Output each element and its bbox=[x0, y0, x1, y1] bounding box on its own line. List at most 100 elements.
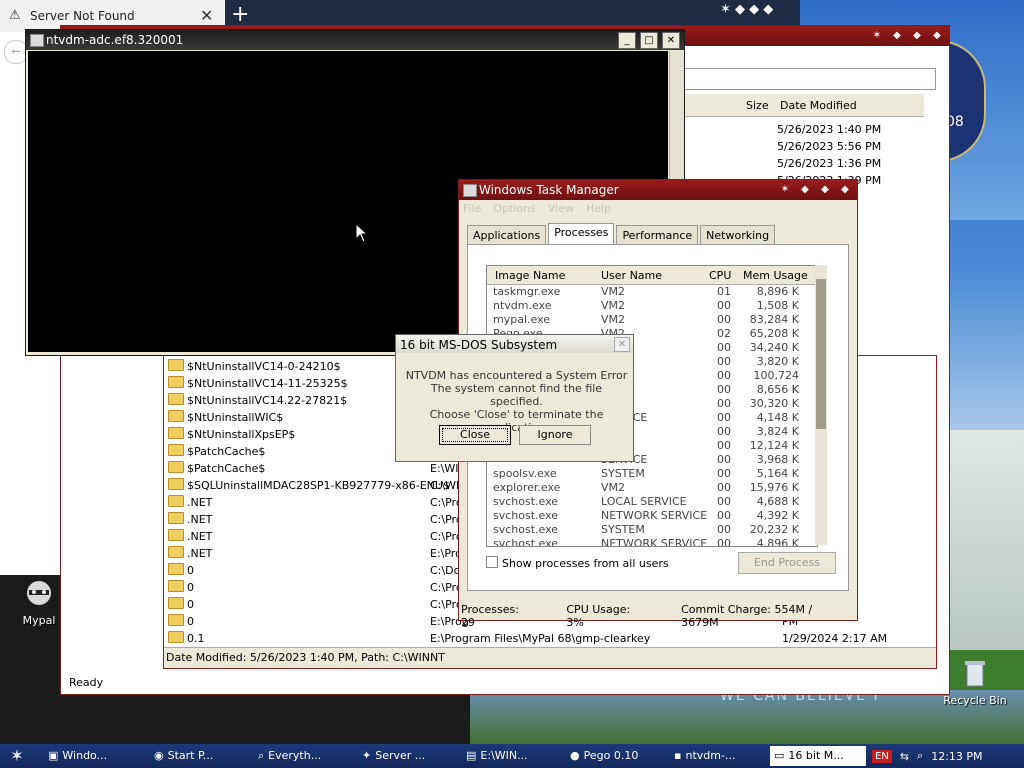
process-list-scrollbar[interactable] bbox=[815, 265, 827, 545]
table-row[interactable]: svchost.exe LOCAL SERVICE 00 4,688 K bbox=[487, 495, 817, 509]
browser-caption-buttons[interactable]: ✶ ◆ ◆ ◆ bbox=[720, 2, 773, 17]
desktop-icon-recycle-bin[interactable]: Recycle Bin bbox=[942, 658, 1008, 707]
menu-view[interactable]: View bbox=[548, 202, 574, 215]
table-row[interactable]: svchost.exe SYSTEM 00 20,232 K bbox=[487, 523, 817, 537]
folder-name: .NET bbox=[187, 530, 213, 543]
table-row[interactable]: svchost.exe NETWORK SERVICE 00 4,392 K bbox=[487, 509, 817, 523]
taskbar-item[interactable]: ▤ E:\WIN... bbox=[462, 746, 562, 766]
minimize-icon[interactable]: _ bbox=[618, 32, 636, 49]
process-user: NETWORK SERVICE bbox=[601, 509, 708, 522]
column-mem-usage[interactable]: Mem Usage bbox=[743, 269, 808, 282]
folder-status-bar: Date Modified: 5/26/2023 1:40 PM, Path: … bbox=[164, 647, 936, 668]
process-cpu: 00 bbox=[717, 523, 731, 536]
minimize-icon[interactable]: ◆ bbox=[797, 182, 813, 197]
process-user: LOCAL SERVICE bbox=[601, 495, 687, 508]
column-user-name[interactable]: User Name bbox=[601, 269, 662, 282]
menu-file[interactable]: File bbox=[463, 202, 481, 215]
taskbar-item[interactable]: ▪ ntvdm-... bbox=[670, 746, 770, 766]
taskbar-item[interactable]: ▭ 16 bit M... bbox=[770, 746, 866, 766]
taskbar-item-label: Start P... bbox=[167, 749, 214, 762]
column-date-modified[interactable]: Date Modified bbox=[780, 99, 857, 112]
table-row[interactable]: 0.1 E:\Program Files\MyPal 68\gmp-clearke… bbox=[168, 630, 928, 647]
star-icon[interactable]: ✶ bbox=[777, 182, 793, 197]
task-manager-caption-buttons: ✶ ◆ ◆ ◆ bbox=[777, 182, 853, 197]
close-icon[interactable]: ◆ bbox=[929, 28, 945, 43]
list-item[interactable]: 5/26/2023 5:56 PM bbox=[777, 138, 881, 155]
address-bar[interactable] bbox=[684, 68, 936, 90]
new-tab-icon[interactable]: + bbox=[231, 2, 249, 27]
console-titlebar[interactable]: ntvdm-adc.ef8.320001 _ □ ✕ bbox=[26, 30, 684, 50]
close-button[interactable]: Close bbox=[439, 425, 511, 445]
taskbar-item-label: Server ... bbox=[375, 749, 426, 762]
minimize-icon[interactable]: ◆ bbox=[889, 28, 905, 43]
network-icon[interactable]: ⇆ bbox=[900, 750, 909, 763]
star-icon[interactable]: ✶ bbox=[869, 28, 885, 43]
language-indicator[interactable]: EN bbox=[872, 749, 892, 763]
recycle-bin-icon bbox=[965, 661, 985, 687]
process-mem: 4,688 K bbox=[756, 495, 799, 508]
table-row[interactable]: spoolsv.exe SYSTEM 00 5,164 K bbox=[487, 467, 817, 481]
list-item[interactable]: 5/26/2023 1:40 PM bbox=[777, 121, 881, 138]
process-mem: 4,392 K bbox=[756, 509, 799, 522]
maximize-icon[interactable]: ◆ bbox=[909, 28, 925, 43]
tab-networking[interactable]: Networking bbox=[700, 225, 776, 245]
tab-applications[interactable]: Applications bbox=[467, 225, 547, 245]
task-manager-title: Windows Task Manager bbox=[479, 183, 619, 197]
clock[interactable]: 12:13 PM bbox=[931, 750, 982, 763]
checkbox-box[interactable] bbox=[486, 556, 498, 568]
process-cpu: 00 bbox=[717, 397, 731, 410]
start-button[interactable]: ✶ bbox=[4, 746, 30, 766]
column-cpu[interactable]: CPU bbox=[709, 269, 731, 282]
ignore-button[interactable]: Ignore bbox=[519, 425, 591, 445]
table-row[interactable]: svchost.exe NETWORK SERVICE 00 4,896 K bbox=[487, 537, 817, 546]
show-all-users-checkbox[interactable]: Show processes from all users bbox=[486, 556, 669, 570]
process-cpu: 00 bbox=[717, 467, 731, 480]
process-cpu: 00 bbox=[717, 369, 731, 382]
list-item[interactable]: 5/26/2023 1:36 PM bbox=[777, 155, 881, 172]
taskbar-item[interactable]: ▣ Windo... bbox=[44, 746, 144, 766]
menu-help[interactable]: Help bbox=[586, 202, 611, 215]
taskbar-item[interactable]: ⌕ Everyth... bbox=[254, 746, 354, 766]
taskbar-item[interactable]: ● Pego 0.10 bbox=[566, 746, 666, 766]
table-row[interactable]: taskmgr.exe VM2 01 8,896 K bbox=[487, 285, 817, 299]
end-process-button[interactable]: End Process bbox=[738, 552, 836, 574]
column-image-name[interactable]: Image Name bbox=[495, 269, 565, 282]
process-user: SYSTEM bbox=[601, 467, 645, 480]
desktop-icon-mypal[interactable]: Mypal bbox=[18, 578, 60, 627]
tab-processes[interactable]: Processes bbox=[548, 223, 615, 245]
table-row[interactable]: explorer.exe VM2 00 15,976 K bbox=[487, 481, 817, 495]
maximize-icon[interactable]: □ bbox=[640, 32, 658, 49]
close-icon[interactable]: ◆ bbox=[837, 182, 853, 197]
process-user: SYSTEM bbox=[601, 523, 645, 536]
folder-icon bbox=[168, 529, 184, 541]
explorer-column-header: Size Date Modified bbox=[684, 94, 924, 117]
process-cpu: 00 bbox=[717, 411, 731, 424]
desktop-icon-label: Recycle Bin bbox=[943, 694, 1007, 707]
column-size[interactable]: Size bbox=[746, 99, 769, 112]
table-row[interactable]: ntvdm.exe VM2 00 1,508 K bbox=[487, 299, 817, 313]
tab-close-icon[interactable]: ✕ bbox=[200, 6, 213, 25]
close-icon[interactable]: ✕ bbox=[614, 337, 630, 352]
table-row[interactable]: mypal.exe VM2 00 83,284 K bbox=[487, 313, 817, 327]
folder-icon bbox=[168, 614, 184, 626]
menu-options[interactable]: Options bbox=[493, 202, 535, 215]
close-icon[interactable]: ✕ bbox=[662, 32, 680, 49]
task-manager-titlebar[interactable]: Windows Task Manager ✶ ◆ ◆ ◆ bbox=[459, 180, 857, 200]
process-cpu: 00 bbox=[717, 355, 731, 368]
scrollbar-thumb[interactable] bbox=[816, 279, 826, 429]
process-mem: 34,240 K bbox=[749, 341, 799, 354]
process-mem: 3,968 K bbox=[756, 453, 799, 466]
maximize-icon[interactable]: ◆ bbox=[817, 182, 833, 197]
taskbar-item[interactable]: ✦ Server ... bbox=[358, 746, 458, 766]
taskbar-item[interactable]: ◉ Start P... bbox=[150, 746, 250, 766]
taskbar-item-label: ntvdm-... bbox=[685, 749, 736, 762]
search-icon[interactable]: ⌕ bbox=[917, 749, 923, 763]
folder-date: 1/29/2024 2:17 AM bbox=[782, 632, 888, 645]
folder-name: $NtUninstallVC14.22-27821$ bbox=[187, 394, 348, 407]
tab-performance[interactable]: Performance bbox=[616, 225, 699, 245]
folder-icon bbox=[168, 478, 184, 490]
process-user: VM2 bbox=[601, 481, 626, 494]
dialog-titlebar[interactable]: 16 bit MS-DOS Subsystem ✕ bbox=[396, 335, 633, 353]
search-icon: ⌕ bbox=[258, 749, 265, 762]
folder-name: $NtUninstallXpsEP$ bbox=[187, 428, 296, 441]
